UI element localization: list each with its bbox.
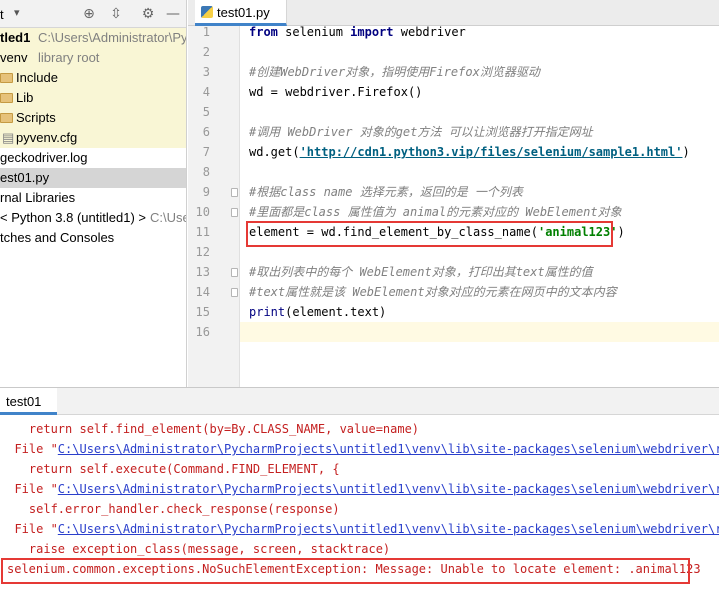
line-number: 15 — [195, 305, 210, 319]
console-line: raise exception_class(message, screen, s… — [28, 542, 391, 556]
line-number: 7 — [202, 145, 210, 159]
tab-test01-py[interactable]: test01.py — [195, 0, 287, 26]
line-number: 9 — [202, 185, 210, 199]
tree-row-python-sdk[interactable]: < Python 3.8 (untitled1) > C:\Use — [0, 208, 187, 228]
run-tab-label: test01 — [6, 394, 42, 409]
tree-row-scripts[interactable]: Scripts — [0, 108, 186, 128]
console-line: File "C:\Users\Administrator\PycharmProj… — [0, 519, 719, 539]
code-area[interactable]: from selenium import webdriver #创建WebDri… — [240, 22, 719, 387]
run-tab-bar: test01 — [0, 387, 719, 415]
code-line-13: #取出列表中的每个 WebElement对象，打印出其text属性的值 — [249, 265, 593, 279]
run-panel: test01 return self.find_element(by=By.CL… — [0, 387, 719, 597]
tree-label: Include — [16, 70, 58, 85]
line-number-gutter: 1 2 3 4 5 6 7 8 9 10 11 12 13 14 15 16 — [188, 22, 240, 387]
console-line: File "C:\Users\Administrator\PycharmProj… — [0, 479, 719, 499]
line-number: 4 — [202, 85, 210, 99]
python-file-icon — [201, 6, 213, 18]
line-number: 12 — [195, 245, 210, 259]
file-icon: ▤ — [2, 130, 15, 145]
line-number: 13 — [195, 265, 210, 279]
project-toolbar: t ▾ ⊕ ⇳ ⚙ — — [0, 0, 186, 28]
tree-row-external-libraries[interactable]: rnal Libraries — [0, 188, 186, 208]
tree-label: < Python 3.8 (untitled1) > — [0, 210, 146, 225]
line-number: 8 — [202, 165, 210, 179]
tree-row-geckodriver-log[interactable]: geckodriver.log — [0, 148, 186, 168]
tree-path: C:\Users\Administrator\Py — [38, 30, 187, 45]
line-number: 11 — [195, 225, 210, 239]
folder-icon — [0, 93, 13, 103]
tree-label: pyvenv.cfg — [16, 130, 78, 145]
tab-run-test01[interactable]: test01 — [0, 388, 57, 415]
tree-label: Scripts — [16, 110, 56, 125]
tree-row-scratches[interactable]: tches and Consoles — [0, 228, 186, 248]
project-view-label[interactable]: t — [0, 7, 4, 22]
tree-label: Lib — [16, 90, 34, 105]
code-line-14: #text属性就是该 WebElement对象对应的元素在网页中的文本内容 — [249, 285, 617, 299]
tree-row-include[interactable]: Include — [0, 68, 186, 88]
code-line-4: wd = webdriver.Firefox() — [249, 85, 423, 99]
console-line: return self.execute(Command.FIND_ELEMENT… — [28, 462, 340, 476]
code-line-7: wd.get('http://cdn1.python3.vip/files/se… — [249, 145, 690, 159]
hide-icon[interactable]: — — [164, 5, 182, 23]
folder-icon — [0, 113, 13, 123]
tree-label: geckodriver.log — [0, 150, 88, 165]
editor-pane: 1 2 3 4 5 6 7 8 9 10 11 12 13 14 15 16 f… — [188, 0, 719, 387]
collapse-all-icon[interactable]: ⇳ — [107, 5, 125, 23]
tree-row-venv[interactable]: venv library root — [0, 48, 186, 68]
tree-path: library root — [38, 50, 100, 65]
tree-row-test01-py[interactable]: est01.py — [0, 168, 186, 188]
gear-icon[interactable]: ⚙ — [139, 5, 157, 23]
code-line-9: #根据class name 选择元素，返回的是 一个列表 — [249, 185, 523, 199]
tree-path: C:\Use — [150, 210, 187, 225]
code-line-10: #里面都是class 属性值为 animal的元素对应的 WebElement对… — [249, 205, 622, 219]
highlight-box — [1, 558, 690, 584]
tree-label: tled1 — [0, 30, 31, 45]
tab-label: test01.py — [217, 5, 270, 20]
line-number: 2 — [202, 45, 210, 59]
line-number: 5 — [202, 105, 210, 119]
tree-row-pyvenv-cfg[interactable]: ▤ pyvenv.cfg — [0, 128, 186, 148]
editor-tab-bar: test01.py — [188, 0, 719, 26]
fold-marker-icon[interactable] — [231, 268, 238, 277]
locate-icon[interactable]: ⊕ — [80, 5, 98, 23]
fold-marker-icon[interactable] — [231, 288, 238, 297]
line-number: 3 — [202, 65, 210, 79]
line-number: 10 — [195, 205, 210, 219]
traceback-file-link[interactable]: C:\Users\Administrator\PycharmProjects\u… — [58, 442, 719, 456]
url-string[interactable]: 'http://cdn1.python3.vip/files/selenium/… — [300, 145, 683, 159]
traceback-file-link[interactable]: C:\Users\Administrator\PycharmProjects\u… — [58, 522, 719, 536]
tree-label: venv — [0, 50, 28, 65]
tree-row-project-root[interactable]: tled1 C:\Users\Administrator\Py — [0, 28, 187, 48]
code-line-3: #创建WebDriver对象，指明使用Firefox浏览器驱动 — [249, 65, 540, 79]
project-panel: t ▾ ⊕ ⇳ ⚙ — tled1 C:\Users\Administrator… — [0, 0, 187, 387]
console-line: File "C:\Users\Administrator\PycharmProj… — [0, 439, 719, 459]
fold-marker-icon[interactable] — [231, 188, 238, 197]
code-line-15: print(element.text) — [249, 305, 387, 319]
code-line-6: #调用 WebDriver 对象的get方法 可以让浏览器打开指定网址 — [249, 125, 593, 139]
fold-marker-icon[interactable] — [231, 208, 238, 217]
console-line: return self.find_element(by=By.CLASS_NAM… — [28, 422, 420, 436]
tree-label: est01.py — [0, 170, 50, 185]
tree-label: tches and Consoles — [0, 230, 115, 245]
chevron-down-icon[interactable]: ▾ — [14, 6, 20, 19]
current-line-highlight — [240, 322, 719, 342]
console-line: self.error_handler.check_response(respon… — [28, 502, 340, 516]
tree-row-lib[interactable]: Lib — [0, 88, 186, 108]
folder-icon — [0, 73, 13, 83]
line-number: 6 — [202, 125, 210, 139]
traceback-file-link[interactable]: C:\Users\Administrator\PycharmProjects\u… — [58, 482, 719, 496]
tree-label: rnal Libraries — [0, 190, 76, 205]
line-number: 16 — [195, 325, 210, 339]
line-number: 14 — [195, 285, 210, 299]
highlight-box — [246, 221, 613, 247]
